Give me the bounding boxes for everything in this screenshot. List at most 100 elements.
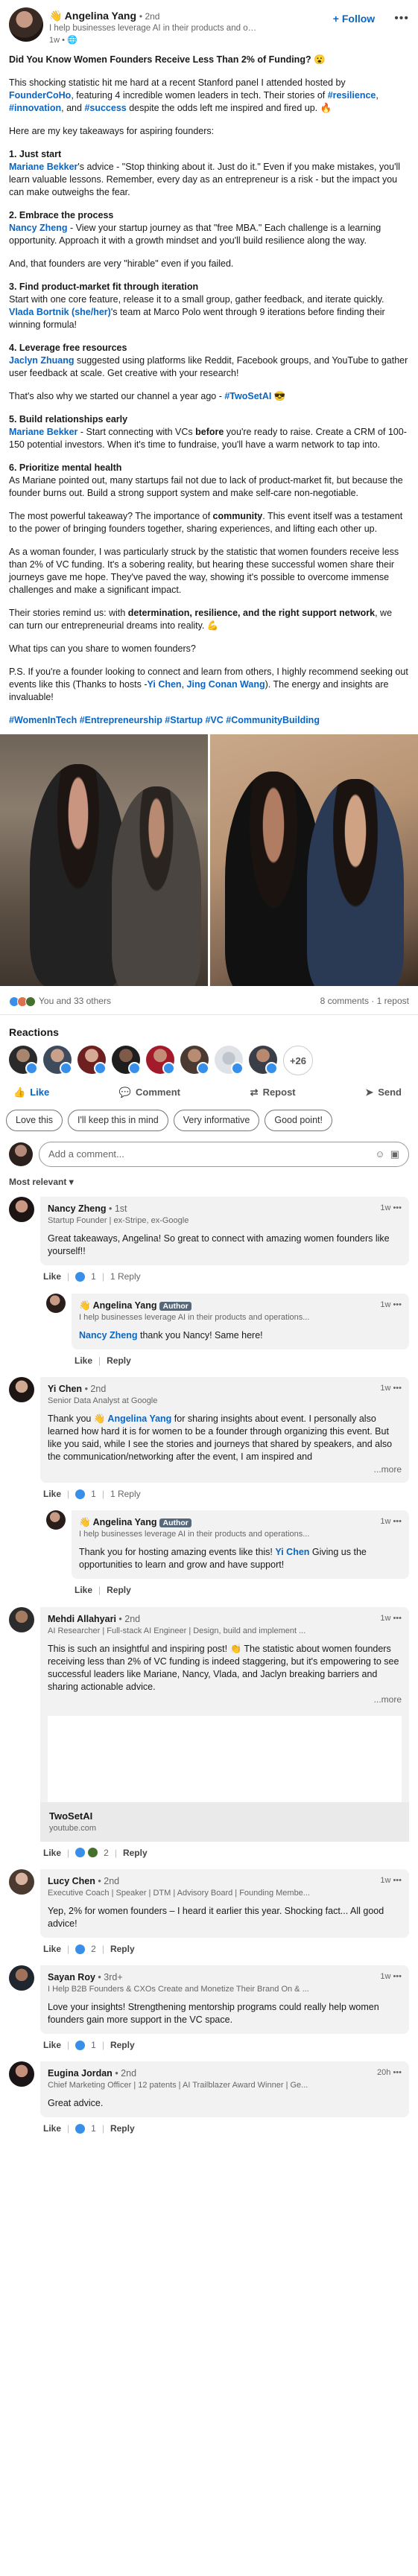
post: 👋 Angelina Yang • 2nd I help businesses … — [0, 0, 418, 727]
more-reactors-button[interactable]: +26 — [283, 1046, 313, 1076]
comment-reply-button[interactable]: Reply — [107, 1355, 131, 1367]
hashtag[interactable]: #TwoSetAI — [224, 391, 271, 401]
comment-button[interactable]: 💬 Comment — [119, 1086, 180, 1099]
comment-like-button[interactable]: Like — [75, 1584, 92, 1596]
link-preview-image — [48, 1715, 402, 1802]
suggestion-chip[interactable]: Love this — [6, 1110, 63, 1132]
mention-vlada[interactable]: Vlada Bortnik (she/her) — [9, 307, 111, 317]
comment-reply-button[interactable]: Reply — [107, 1584, 131, 1596]
commenter-avatar[interactable] — [9, 1606, 34, 1632]
reactor-avatar[interactable] — [43, 1046, 72, 1075]
post-hashtags[interactable]: #WomenInTech #Entrepreneurship #Startup … — [9, 714, 409, 727]
like-button[interactable]: 👍 Like — [13, 1086, 49, 1099]
post-title: Did You Know Women Founders Receive Less… — [9, 54, 326, 65]
author-badge: Author — [159, 1518, 191, 1528]
post-paragraph: The most powerful takeaway? The importan… — [9, 511, 403, 534]
author-avatar[interactable] — [9, 7, 43, 42]
comment: Eugina Jordan • 2nd Chief Marketing Offic… — [0, 2061, 418, 2134]
my-avatar — [9, 1142, 33, 1167]
takeaway-2: 2. Embrace the process Nancy Zheng - Vie… — [9, 210, 381, 246]
post-paragraph: Their stories remind us: with determinat… — [9, 608, 393, 631]
comment-reply-button[interactable]: Reply — [110, 2122, 135, 2134]
see-more-link[interactable]: ...more — [48, 1694, 402, 1705]
comment-reply-button[interactable]: Reply — [110, 2039, 135, 2051]
post-photos[interactable] — [0, 734, 418, 986]
mention-foundercoho[interactable]: FounderCoHo — [9, 90, 71, 101]
like-reaction-icon — [75, 1271, 86, 1282]
comment-reply-button[interactable]: Reply — [110, 1943, 135, 1955]
commenter-avatar[interactable] — [46, 1510, 66, 1530]
link-preview-card[interactable]: TwoSetAI youtube.com — [40, 1715, 409, 1842]
comment-reply-button[interactable]: Reply — [123, 1847, 148, 1859]
post-header: 👋 Angelina Yang • 2nd I help businesses … — [9, 7, 409, 52]
reactor-avatar[interactable] — [146, 1046, 175, 1075]
reactor-avatar[interactable] — [77, 1046, 107, 1075]
commenter-avatar[interactable] — [46, 1293, 66, 1313]
follow-button[interactable]: + Follow — [333, 12, 375, 26]
mention-jing[interactable]: Jing Conan Wang — [187, 679, 265, 690]
hashtag[interactable]: #innovation — [9, 103, 61, 113]
celebrate-reaction-icon — [88, 1848, 98, 1858]
post-intro: This shocking statistic hit me hard at a… — [9, 77, 379, 113]
mention-mariane[interactable]: Mariane Bekker — [9, 162, 77, 172]
suggestion-chip[interactable]: Very informative — [173, 1110, 260, 1132]
comment-like-button[interactable]: Like — [75, 1355, 92, 1367]
reaction-summary[interactable]: You and 33 others — [9, 995, 111, 1007]
takeaway-5: 5. Build relationships early Mariane Bek… — [9, 414, 407, 450]
commenter-avatar[interactable] — [9, 1869, 34, 1895]
reactions-title: Reactions — [9, 1026, 59, 1039]
commenter-avatar[interactable] — [9, 2061, 34, 2087]
repost-button[interactable]: ⇄ Repost — [250, 1086, 296, 1099]
reactor-avatar[interactable] — [9, 1046, 38, 1075]
reaction-icons — [9, 996, 36, 1007]
comment-like-button[interactable]: Like — [43, 1943, 61, 1955]
comment-replies-count[interactable]: 1 Reply — [110, 1270, 141, 1282]
like-reaction-icon — [75, 1944, 86, 1954]
comment-input[interactable]: Add a comment... ☺ ▣ — [39, 1142, 409, 1168]
suggestion-chip[interactable]: I'll keep this in mind — [68, 1110, 168, 1132]
reactor-avatar[interactable] — [215, 1046, 244, 1075]
takeaway-1: 1. Just start Mariane Bekker's advice - … — [9, 149, 401, 197]
send-button[interactable]: ➤ Send — [365, 1086, 402, 1099]
comment-icon: 💬 — [118, 1087, 132, 1098]
comment-reply: 👋 Angelina Yang Author I help businesses l… — [0, 1510, 418, 1596]
author-headline: I help businesses leverage AI in their p… — [49, 24, 258, 34]
post-paragraph: As a woman founder, I was particularly s… — [9, 547, 399, 595]
hashtag[interactable]: #resilience — [328, 90, 376, 101]
comments-reposts-count[interactable]: 8 comments · 1 repost — [320, 995, 409, 1007]
comment-like-button[interactable]: Like — [43, 1488, 61, 1500]
takeaway-6: 6. Prioritize mental health As Mariane p… — [9, 462, 403, 498]
commenter-avatar[interactable] — [9, 1376, 34, 1402]
takeaway-2-note: And, that founders are very "hirable" ev… — [9, 258, 234, 269]
reactor-avatar[interactable] — [112, 1046, 141, 1075]
mention-jaclyn[interactable]: Jaclyn Zhuang — [9, 355, 75, 366]
mention-mariane[interactable]: Mariane Bekker — [9, 427, 77, 437]
like-reaction-icon — [75, 1489, 86, 1499]
see-more-link[interactable]: ...more — [48, 1463, 402, 1475]
more-options-icon[interactable]: ••• — [394, 10, 409, 27]
mention-yi-chen[interactable]: Yi Chen — [148, 679, 182, 690]
comment-like-button[interactable]: Like — [43, 2039, 61, 2051]
commenter-avatar[interactable] — [9, 1197, 34, 1223]
comment-like-button[interactable]: Like — [43, 1270, 61, 1282]
comment-like-button[interactable]: Like — [43, 1847, 61, 1859]
takeaway-4: 4. Leverage free resources Jaclyn Zhuang… — [9, 343, 408, 378]
post-stats: You and 33 others 8 comments · 1 repost — [0, 986, 418, 1016]
comment-replies-count[interactable]: 1 Reply — [110, 1488, 141, 1500]
photo-right[interactable] — [210, 734, 418, 986]
mention-nancy[interactable]: Nancy Zheng — [9, 223, 68, 233]
author-name[interactable]: 👋 Angelina Yang — [49, 10, 136, 22]
photo-left[interactable] — [0, 734, 208, 986]
emoji-icon[interactable]: ☺ — [375, 1148, 384, 1160]
reactors-row: +26 — [0, 1046, 418, 1083]
reactor-avatar[interactable] — [180, 1046, 209, 1075]
comment-like-button[interactable]: Like — [43, 2122, 61, 2134]
like-reaction-icon — [75, 2124, 86, 2134]
image-icon[interactable]: ▣ — [390, 1148, 399, 1160]
suggestion-chip[interactable]: Good point! — [265, 1110, 332, 1132]
hashtag[interactable]: #success — [84, 103, 126, 113]
sort-comments-dropdown[interactable]: Most relevant ▾ — [0, 1174, 418, 1197]
commenter-avatar[interactable] — [9, 1965, 34, 1991]
reactor-avatar[interactable] — [249, 1046, 278, 1075]
comment-composer: Add a comment... ☺ ▣ — [0, 1139, 418, 1174]
